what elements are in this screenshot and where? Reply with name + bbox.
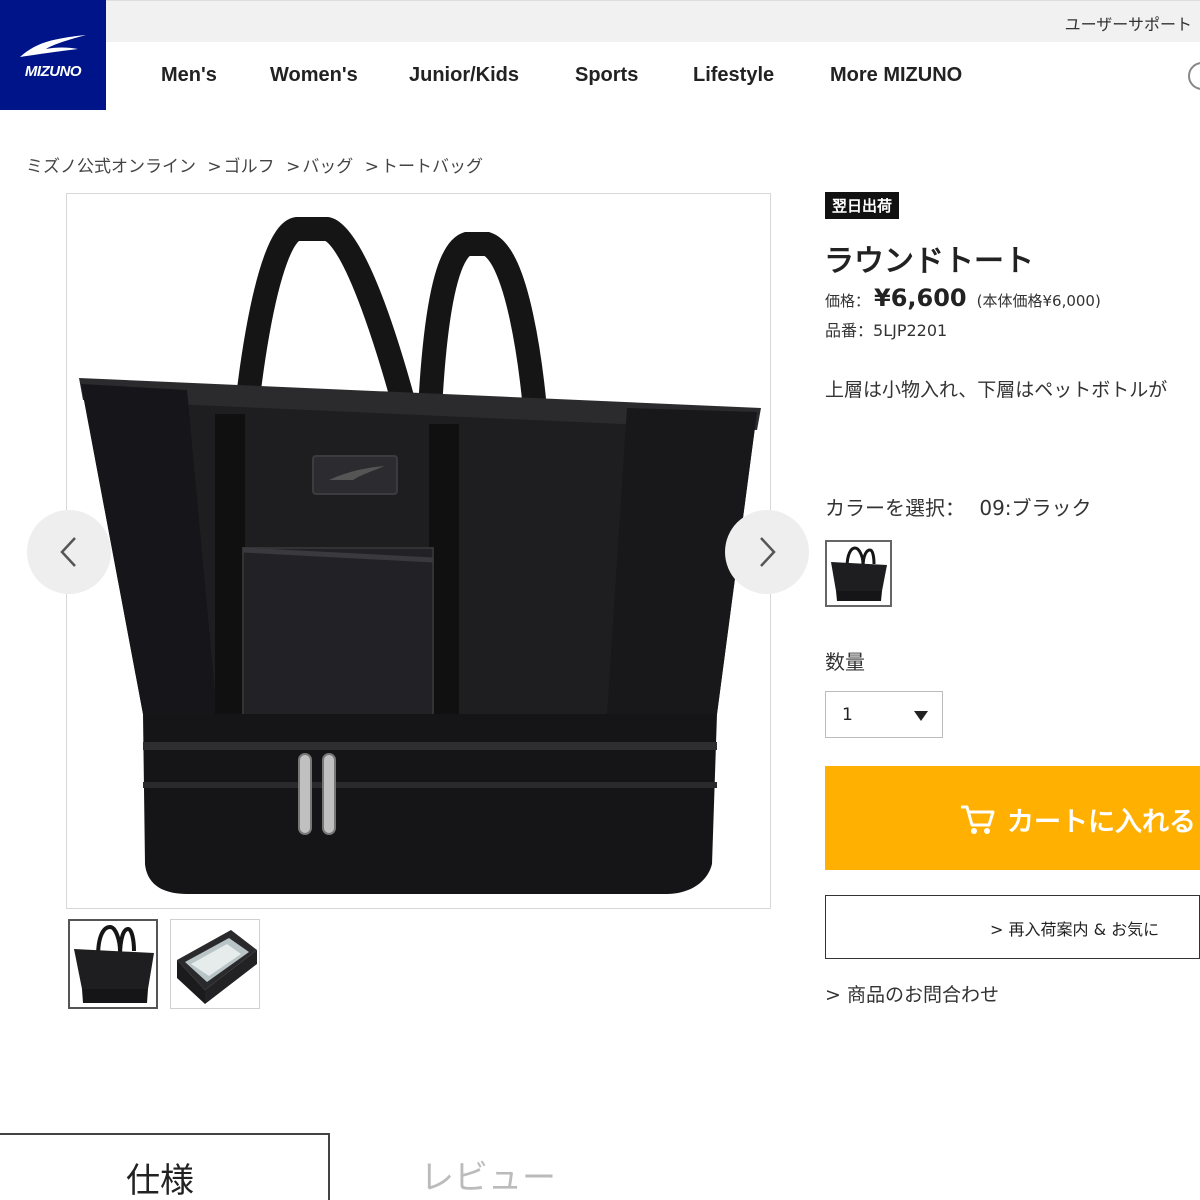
breadcrumb-separator: > — [364, 157, 379, 177]
caret-down-icon — [914, 711, 928, 721]
nav-item-junior-kids[interactable]: Junior/Kids — [409, 64, 519, 87]
chevron-right-icon — [760, 537, 776, 567]
quantity-select[interactable]: 1 — [825, 691, 943, 738]
tote-bag-thumbnail — [74, 924, 154, 1003]
logo-text: MIZUNO — [24, 62, 82, 80]
product-main-image[interactable] — [66, 193, 771, 909]
product-description: 上層は小物入れ、下層はペットボトルが — [825, 379, 1168, 401]
quantity-label: 数量 — [825, 650, 865, 674]
nav-item-mens[interactable]: Men's — [161, 64, 217, 87]
top-utility-bar: ユーザーサポート — [106, 0, 1200, 42]
price-row: 価格： ¥6,600 (本体価格¥6,000) — [825, 284, 1101, 312]
tab-reviews[interactable]: レビュー — [420, 1150, 556, 1199]
cart-icon — [961, 805, 995, 834]
nav-item-more-mizuno[interactable]: More MIZUNO — [830, 64, 962, 87]
gallery-prev-button[interactable] — [27, 510, 111, 594]
tote-bag-swatch — [831, 546, 887, 601]
main-nav: Men's Women's Junior/Kids Sports Lifesty… — [106, 42, 1200, 110]
thumbnail-1[interactable] — [68, 919, 158, 1009]
tab-specifications[interactable]: 仕様 — [0, 1133, 330, 1200]
quantity-value: 1 — [842, 705, 853, 725]
nav-item-womens[interactable]: Women's — [270, 64, 358, 87]
mizuno-logo[interactable]: MIZUNO — [0, 0, 106, 110]
price-label: 価格： — [825, 292, 871, 310]
gallery-next-button[interactable] — [725, 510, 809, 594]
breadcrumb-item-tote-bag[interactable]: トートバッグ — [381, 157, 483, 177]
nav-item-sports[interactable]: Sports — [575, 64, 638, 87]
next-day-shipping-badge: 翌日出荷 — [825, 192, 900, 219]
product-title: ラウンドトート — [824, 244, 1034, 279]
product-inquiry-link[interactable]: > 商品のお問合わせ — [825, 980, 999, 1007]
tote-bag-image — [79, 217, 761, 894]
add-to-cart-label: カートに入れる — [1007, 807, 1196, 838]
cart-button-content: カートに入れる — [959, 800, 1196, 839]
breadcrumb: ミズノ公式オンライン > ゴルフ > バッグ > トートバッグ — [26, 152, 483, 177]
tab-specifications-label: 仕様 — [126, 1161, 194, 1200]
color-value: 09:ブラック — [979, 496, 1092, 520]
breadcrumb-item-bag[interactable]: バッグ — [302, 157, 353, 177]
color-label: カラーを選択： — [825, 496, 965, 520]
breadcrumb-separator: > — [286, 157, 301, 177]
breadcrumb-item-home[interactable]: ミズノ公式オンライン — [26, 157, 196, 177]
thumbnail-2[interactable] — [170, 919, 260, 1009]
open-tote-thumbnail — [177, 930, 257, 1004]
color-swatch-black[interactable] — [825, 540, 892, 607]
price-value: ¥6,600 — [874, 284, 967, 312]
add-to-cart-button[interactable]: カートに入れる — [825, 766, 1200, 870]
chevron-left-icon — [60, 537, 76, 567]
restock-notify-label: > 再入荷案内 & お気に — [990, 920, 1160, 939]
search-icon[interactable] — [1188, 62, 1200, 90]
color-select-label: カラーを選択： 09:ブラック — [825, 492, 1092, 521]
sku-row: 品番：5LJP2201 — [825, 317, 947, 341]
sku-label: 品番： — [825, 321, 874, 340]
breadcrumb-item-golf[interactable]: ゴルフ — [224, 157, 275, 177]
sku-value: 5LJP2201 — [873, 321, 948, 340]
price-tax-note: (本体価格¥6,000) — [976, 292, 1101, 310]
user-support-link[interactable]: ユーザーサポート — [1065, 11, 1192, 35]
nav-item-lifestyle[interactable]: Lifestyle — [693, 64, 774, 87]
runbird-logo-icon — [20, 34, 86, 57]
restock-notify-button[interactable]: > 再入荷案内 & お気に — [825, 895, 1200, 959]
breadcrumb-separator: > — [207, 157, 222, 177]
